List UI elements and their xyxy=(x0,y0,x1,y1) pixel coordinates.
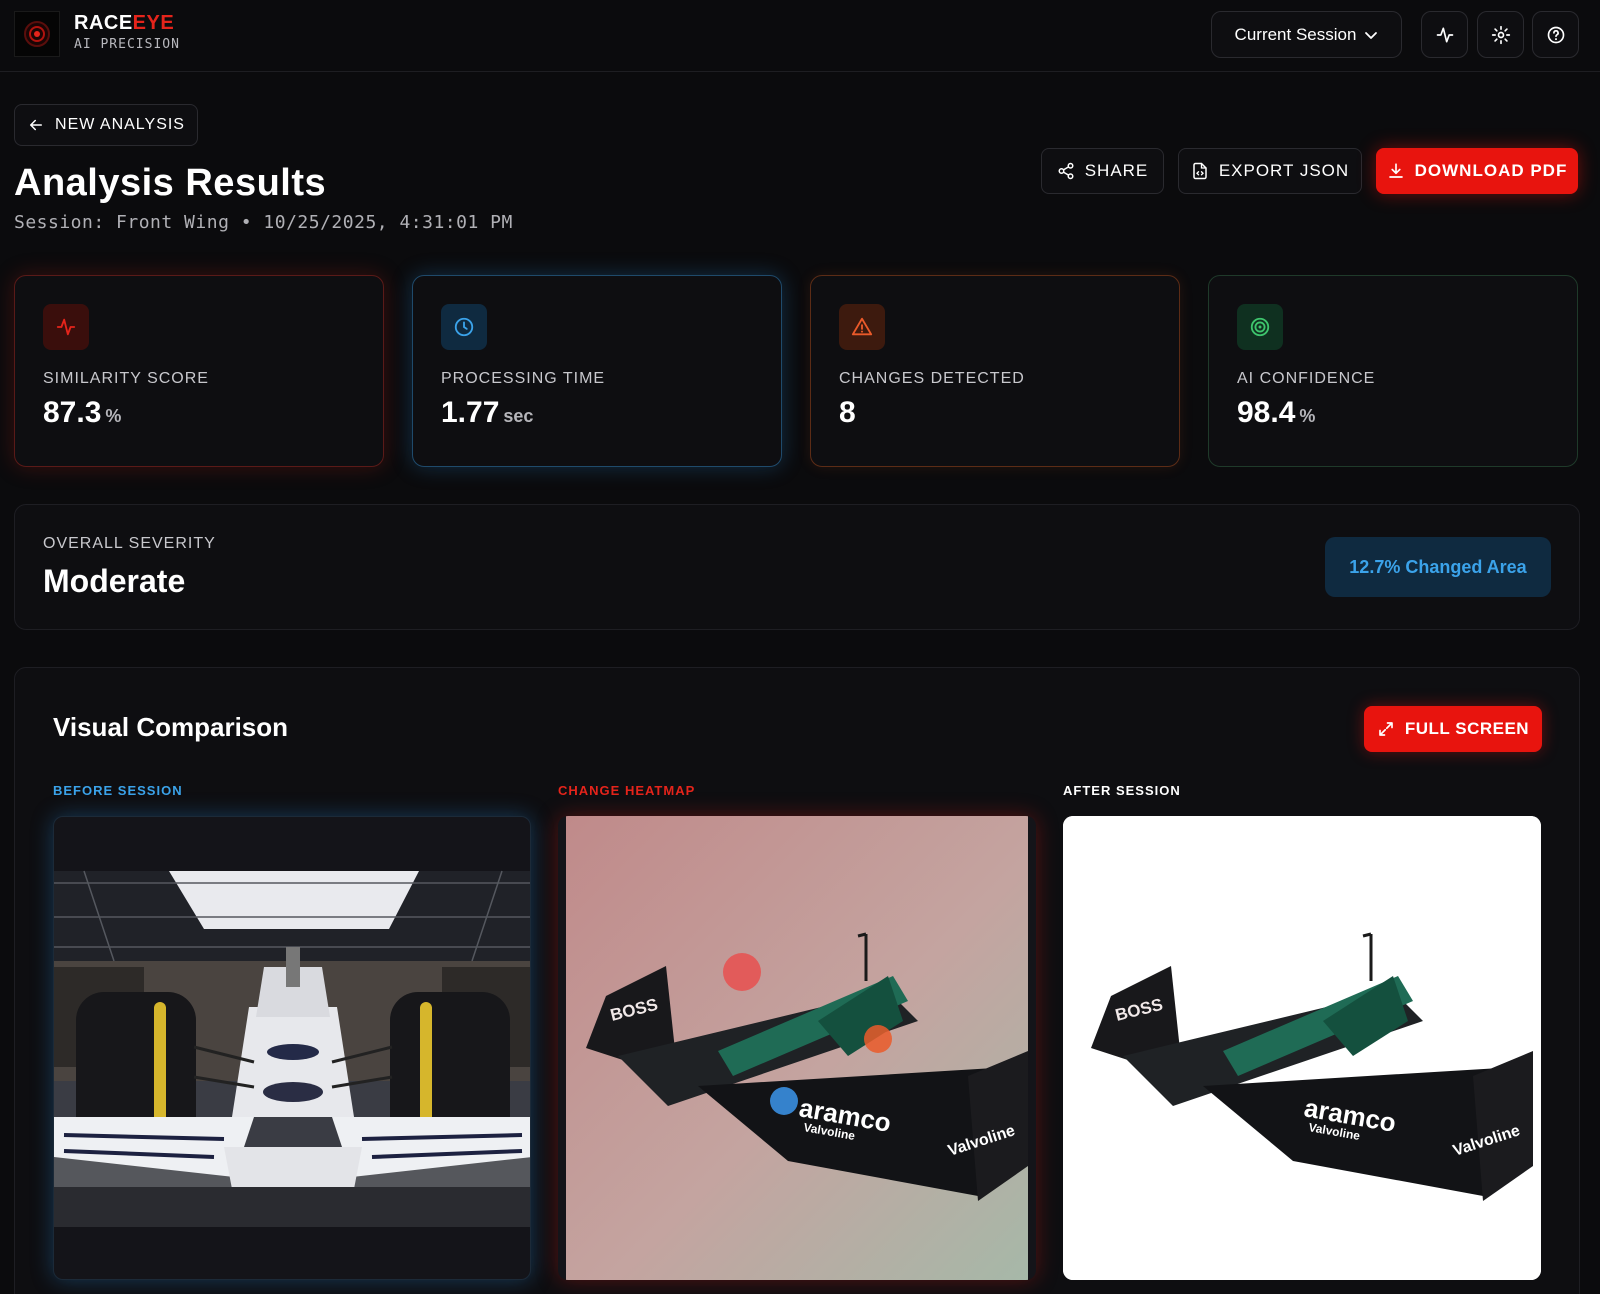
stat-value: 98.4% xyxy=(1237,396,1316,429)
stat-label: SIMILARITY SCORE xyxy=(43,370,209,387)
stat-card-processing-time: PROCESSING TIME 1.77 sec xyxy=(412,275,782,467)
activity-icon xyxy=(1436,27,1453,43)
stat-card-similarity: SIMILARITY SCORE 87.3% xyxy=(14,275,384,467)
help-icon xyxy=(1547,26,1564,43)
warning-icon xyxy=(839,304,885,350)
activity-icon xyxy=(43,304,89,350)
export-json-label: EXPORT JSON xyxy=(1218,161,1350,180)
stat-value: 1.77 sec xyxy=(441,396,534,429)
brand: RACEEYE AI PRECISION xyxy=(74,12,180,52)
top-bar: RACEEYE AI PRECISION Current Session xyxy=(0,0,1600,72)
new-analysis-button[interactable]: NEW ANALYSIS xyxy=(14,104,198,146)
session-info: Session: Front Wing • 10/25/2025, 4:31:0… xyxy=(14,212,513,233)
stat-value: 87.3% xyxy=(43,396,122,429)
visual-comparison-panel: Visual Comparison FULL SCREEN BEFORE SES… xyxy=(14,667,1580,1294)
arrow-left-icon xyxy=(30,119,43,131)
settings-button[interactable] xyxy=(1477,11,1524,58)
share-button[interactable]: SHARE xyxy=(1041,148,1164,194)
share-icon xyxy=(1058,162,1074,180)
new-analysis-label: NEW ANALYSIS xyxy=(55,116,185,133)
changed-area-badge: 12.7% Changed Area xyxy=(1325,537,1551,597)
stat-card-changes-detected: CHANGES DETECTED 8 xyxy=(810,275,1180,467)
stat-label: CHANGES DETECTED xyxy=(839,370,1025,387)
chevron-down-icon xyxy=(1365,31,1378,39)
activity-button[interactable] xyxy=(1421,11,1468,58)
full-screen-button[interactable]: FULL SCREEN xyxy=(1364,706,1542,752)
stat-value: 8 xyxy=(839,396,856,429)
after-session-label: AFTER SESSION xyxy=(1063,783,1181,798)
change-marker-low[interactable] xyxy=(770,1087,798,1115)
expand-icon xyxy=(1379,722,1393,736)
change-heatmap-image[interactable]: BOSS aramco Valvoline Valvoline xyxy=(558,816,1036,1280)
clock-icon xyxy=(441,304,487,350)
page-title: Analysis Results xyxy=(14,162,327,204)
share-label: SHARE xyxy=(1084,161,1149,180)
change-heatmap-label: CHANGE HEATMAP xyxy=(558,783,696,798)
stat-card-ai-confidence: AI CONFIDENCE 98.4% xyxy=(1208,275,1578,467)
logo-icon[interactable] xyxy=(14,11,60,57)
stat-label: AI CONFIDENCE xyxy=(1237,370,1376,387)
file-icon xyxy=(1193,162,1207,180)
help-button[interactable] xyxy=(1532,11,1579,58)
stat-label: PROCESSING TIME xyxy=(441,370,606,387)
target-icon xyxy=(1237,304,1283,350)
change-marker-high[interactable] xyxy=(723,953,761,991)
after-session-image[interactable]: BOSS aramco Valvoline Valvoline xyxy=(1063,816,1541,1280)
brand-subtitle: AI PRECISION xyxy=(74,37,180,52)
download-pdf-button[interactable]: DOWNLOAD PDF xyxy=(1376,148,1578,194)
before-session-image[interactable] xyxy=(53,816,531,1280)
gear-icon xyxy=(1491,25,1510,44)
download-pdf-label: DOWNLOAD PDF xyxy=(1414,161,1568,180)
severity-value: Moderate xyxy=(43,563,186,599)
full-screen-label: FULL SCREEN xyxy=(1404,719,1530,738)
download-icon xyxy=(1388,163,1403,178)
visual-comparison-title: Visual Comparison xyxy=(53,712,289,742)
session-select-label: Current Session xyxy=(1234,24,1357,44)
severity-label: OVERALL SEVERITY xyxy=(43,535,216,552)
session-select[interactable]: Current Session xyxy=(1211,11,1402,58)
export-json-button[interactable]: EXPORT JSON xyxy=(1178,148,1362,194)
brand-name: RACEEYE xyxy=(74,12,175,34)
before-session-label: BEFORE SESSION xyxy=(53,783,183,798)
change-marker-medium[interactable] xyxy=(864,1025,892,1053)
severity-panel: OVERALL SEVERITY Moderate 12.7% Changed … xyxy=(14,504,1580,630)
